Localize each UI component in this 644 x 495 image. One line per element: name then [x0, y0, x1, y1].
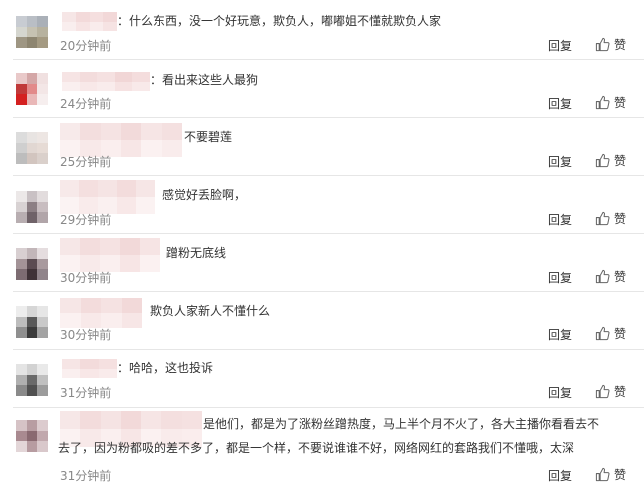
like-button[interactable]: 赞 — [595, 325, 626, 342]
comment-time: 31分钟前 — [60, 469, 112, 483]
username-blurred[interactable] — [62, 12, 117, 31]
like-button[interactable]: 赞 — [595, 152, 626, 169]
like-button[interactable]: 赞 — [595, 466, 626, 483]
avatar[interactable] — [16, 132, 48, 164]
comment-item: 蹭粉无底线 30分钟前 回复 赞 — [0, 234, 644, 292]
like-label: 赞 — [614, 154, 627, 168]
avatar[interactable] — [16, 306, 48, 338]
reply-button[interactable]: 回复 — [548, 211, 572, 228]
comment-item: ：哈哈，这也投诉 31分钟前 回复 赞 — [0, 350, 644, 408]
reply-button[interactable]: 回复 — [548, 467, 572, 484]
comment-item: 欺负人家新人不懂什么 30分钟前 回复 赞 — [0, 292, 644, 350]
avatar[interactable] — [16, 191, 48, 223]
like-label: 赞 — [614, 38, 627, 52]
comment-text-line2: 去了，因为粉都吸的差不多了，都是一个样，不要说谁谁不好，网络网红的套路我们不懂哦… — [58, 441, 575, 455]
reply-button[interactable]: 回复 — [548, 95, 572, 112]
comment-item: 是他们，都是为了涨粉丝蹭热度，马上半个月不火了，各大主播你看看去不 去了，因为粉… — [0, 408, 644, 495]
avatar[interactable] — [16, 248, 48, 280]
like-label: 赞 — [614, 96, 627, 110]
comment-text-line1: 是他们，都是为了涨粉丝蹭热度，马上半个月不火了，各大主播你看看去不 — [203, 417, 600, 431]
comment-text: 感觉好丢脸啊， — [162, 188, 247, 202]
comment-text: ：看出来这些人最狗 — [150, 73, 259, 87]
like-label: 赞 — [614, 327, 627, 341]
avatar[interactable] — [16, 420, 48, 452]
reply-button[interactable]: 回复 — [548, 153, 572, 170]
comment-item: ：看出来这些人最狗 24分钟前 回复 赞 — [0, 60, 644, 117]
comment-time: 24分钟前 — [60, 97, 112, 111]
like-label: 赞 — [614, 385, 627, 399]
comment-time: 30分钟前 — [60, 328, 112, 342]
reply-button[interactable]: 回复 — [548, 384, 572, 401]
comment-text: ：什么东西，没一个好玩意，欺负人，嘟嘟姐不懂就欺负人家 — [117, 14, 442, 28]
comment-time: 20分钟前 — [60, 39, 112, 53]
username-blurred[interactable] — [62, 359, 117, 378]
reply-button[interactable]: 回复 — [548, 326, 572, 343]
like-label: 赞 — [614, 468, 627, 482]
username-blurred[interactable] — [62, 72, 150, 91]
thumbs-up-icon — [595, 384, 610, 399]
reply-button[interactable]: 回复 — [548, 37, 572, 54]
username-blurred[interactable] — [60, 238, 160, 272]
like-label: 赞 — [614, 270, 627, 284]
thumbs-up-icon — [595, 269, 610, 284]
like-button[interactable]: 赞 — [595, 210, 626, 227]
thumbs-up-icon — [595, 326, 610, 341]
thumbs-up-icon — [595, 153, 610, 168]
thumbs-up-icon — [595, 37, 610, 52]
username-blurred[interactable] — [60, 180, 155, 214]
thumbs-up-icon — [595, 211, 610, 226]
like-label: 赞 — [614, 212, 627, 226]
comment-time: 25分钟前 — [60, 155, 112, 169]
like-button[interactable]: 赞 — [595, 36, 626, 53]
avatar[interactable] — [16, 364, 48, 396]
avatar[interactable] — [16, 73, 48, 105]
like-button[interactable]: 赞 — [595, 383, 626, 400]
comment-text: ：哈哈，这也投诉 — [117, 361, 214, 375]
comment-time: 31分钟前 — [60, 386, 112, 400]
avatar[interactable] — [16, 16, 48, 48]
thumbs-up-icon — [595, 467, 610, 482]
like-button[interactable]: 赞 — [595, 94, 626, 111]
username-blurred[interactable] — [60, 123, 182, 157]
reply-button[interactable]: 回复 — [548, 269, 572, 286]
comment-item: 感觉好丢脸啊， 29分钟前 回复 赞 — [0, 176, 644, 234]
thumbs-up-icon — [595, 95, 610, 110]
comment-text: 不要碧莲 — [184, 130, 233, 144]
comment-text: 蹭粉无底线 — [166, 246, 227, 260]
username-blurred[interactable] — [60, 298, 142, 328]
comment-item: 不要碧莲 25分钟前 回复 赞 — [0, 118, 644, 175]
comment-time: 29分钟前 — [60, 213, 112, 227]
comment-time: 30分钟前 — [60, 271, 112, 285]
comment-item: ：什么东西，没一个好玩意，欺负人，嘟嘟姐不懂就欺负人家 20分钟前 回复 赞 — [0, 0, 644, 57]
like-button[interactable]: 赞 — [595, 268, 626, 285]
comment-text: 欺负人家新人不懂什么 — [150, 304, 271, 318]
